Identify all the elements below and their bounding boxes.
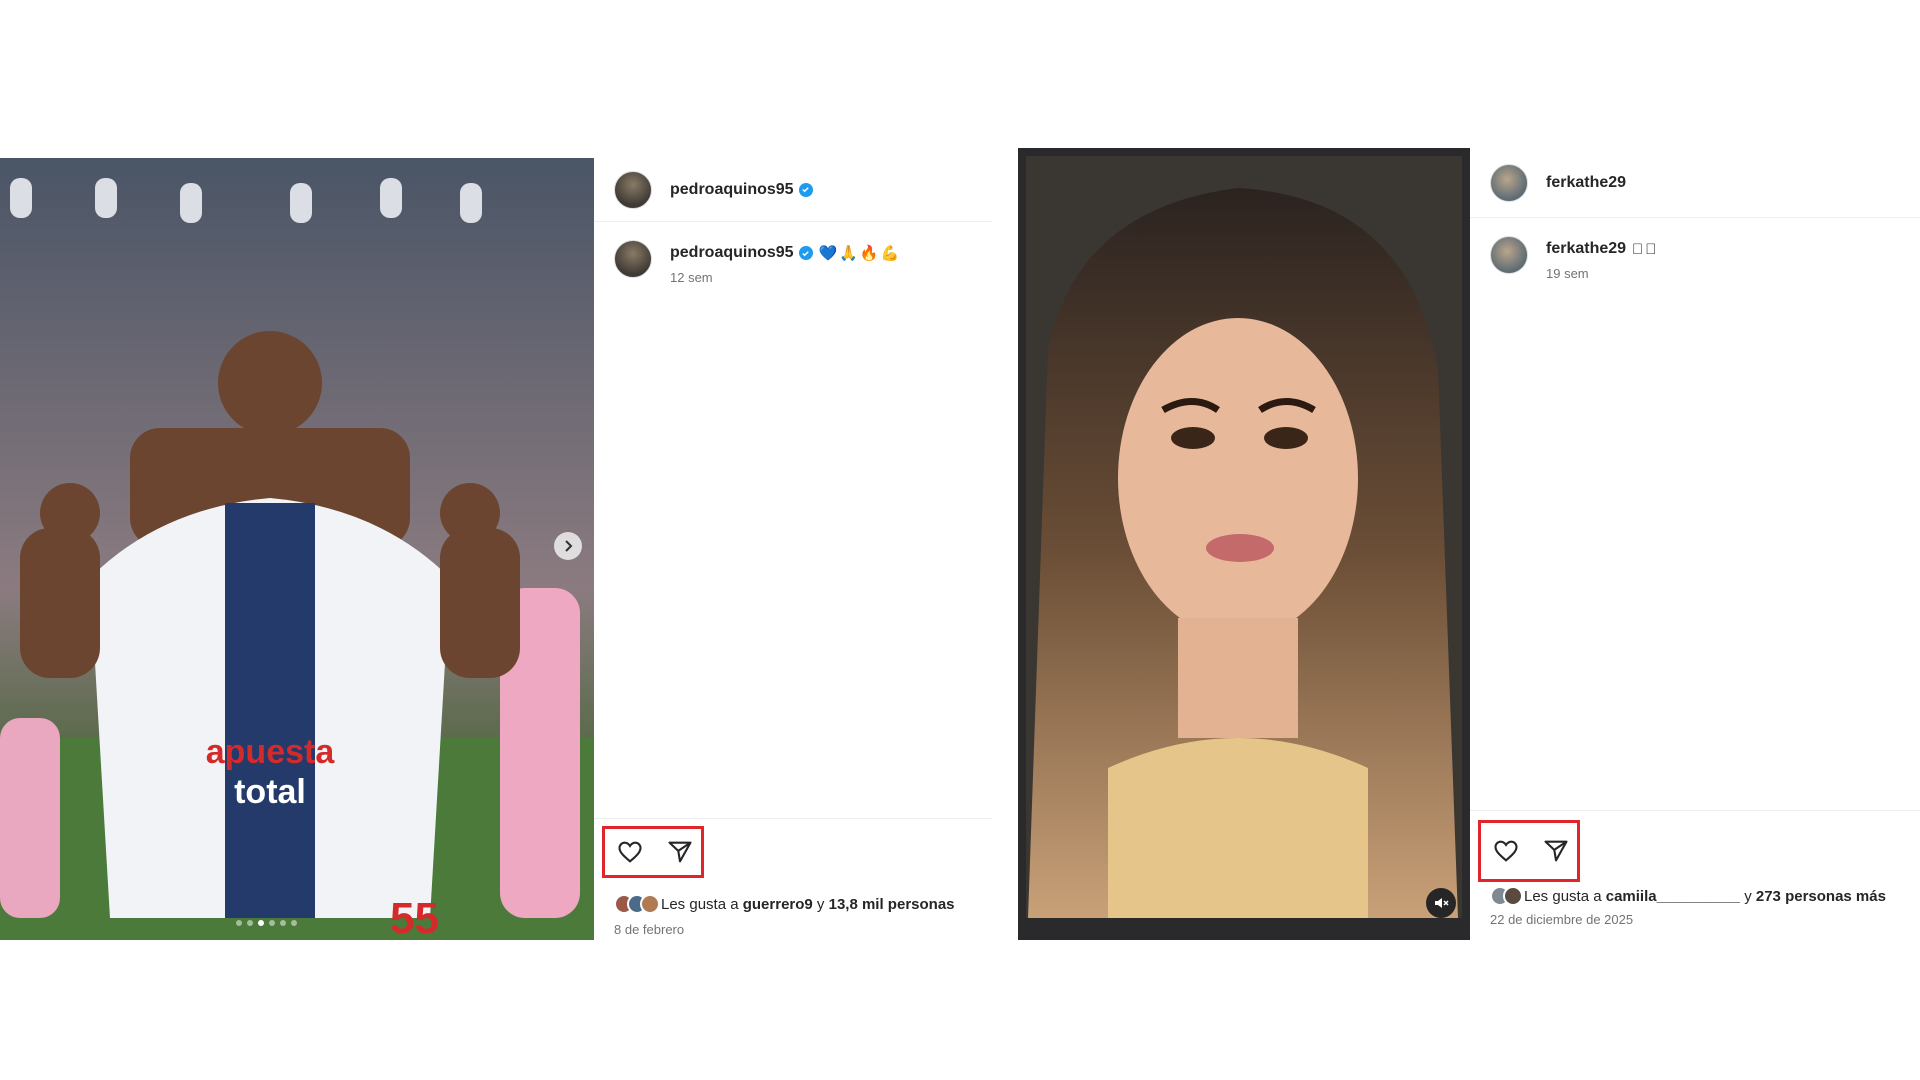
like-button[interactable] — [615, 837, 645, 867]
heart-icon — [1494, 840, 1518, 862]
likes-count-link[interactable]: 273 personas más — [1756, 888, 1886, 905]
avatar[interactable] — [1490, 236, 1528, 274]
post-caption: ferkathe29 􀀀􀀀 19 sem — [1490, 236, 1659, 281]
next-slide-button[interactable] — [554, 532, 582, 560]
chevron-right-icon — [565, 540, 573, 552]
heart-icon — [618, 841, 642, 863]
avatar[interactable] — [1490, 163, 1528, 202]
mute-button[interactable] — [1426, 888, 1456, 918]
verified-badge-icon — [798, 246, 813, 260]
like-button[interactable] — [1491, 836, 1521, 866]
divider — [1470, 810, 1920, 811]
avatar[interactable] — [614, 240, 652, 278]
divider — [594, 818, 992, 819]
post-time-ago[interactable]: 12 sem — [670, 270, 901, 285]
post-header: ferkathe29 — [1470, 148, 1920, 218]
action-bar-highlighted — [602, 826, 704, 878]
likes-summary[interactable]: Les gusta a guerrero9 y 13,8 mil persona… — [614, 894, 955, 914]
post-media[interactable] — [1018, 148, 1470, 940]
share-button[interactable] — [1541, 836, 1571, 866]
likes-connector: y — [812, 895, 829, 913]
avatar — [640, 894, 660, 914]
action-bar-highlighted — [1478, 820, 1580, 882]
likes-count-link[interactable]: 13,8 mil personas — [829, 896, 955, 913]
post-header: pedroaquinos95 — [594, 158, 992, 222]
share-icon — [668, 841, 692, 863]
post-photo: apuesta total 55 — [0, 158, 594, 940]
carousel-dot — [236, 920, 242, 926]
post-date[interactable]: 8 de febrero — [614, 922, 684, 937]
carousel-dots — [236, 920, 297, 926]
share-button[interactable] — [665, 837, 695, 867]
liker-avatars — [1490, 886, 1523, 906]
caption-text: 💙🙏🔥💪 — [818, 245, 902, 262]
post-sidebar: pedroaquinos95 pedroaquinos95 💙🙏🔥💪 12 se… — [594, 158, 992, 940]
share-icon — [1544, 840, 1568, 862]
carousel-dot — [280, 920, 286, 926]
carousel-dot — [269, 920, 275, 926]
liker-username-link[interactable]: camiila__________ — [1606, 888, 1740, 905]
avatar — [1503, 886, 1523, 906]
liker-username-link[interactable]: guerrero9 — [743, 896, 813, 913]
post-pedroaquinos95: apuesta total 55 pedroaquinos95 pedroaqu… — [0, 158, 992, 940]
carousel-dot-active — [258, 920, 264, 926]
post-sidebar: ferkathe29 ferkathe29 􀀀􀀀 19 sem — [1470, 148, 1920, 940]
caption-username-link[interactable]: ferkathe29 — [1546, 240, 1626, 258]
post-media[interactable]: apuesta total 55 — [0, 158, 594, 940]
likes-prefix: Les gusta a — [661, 895, 743, 913]
caption-text: 􀀀􀀀 — [1632, 240, 1659, 258]
avatar[interactable] — [614, 170, 652, 209]
carousel-dot — [247, 920, 253, 926]
verified-badge-icon — [798, 182, 813, 197]
caption-username-link[interactable]: pedroaquinos95 — [670, 244, 794, 262]
post-video-frame — [1018, 148, 1470, 940]
post-date[interactable]: 22 de diciembre de 2025 — [1490, 912, 1633, 927]
svg-text:55: 55 — [390, 894, 439, 940]
username-link[interactable]: ferkathe29 — [1546, 174, 1626, 192]
svg-text:total: total — [234, 773, 306, 811]
post-caption: pedroaquinos95 💙🙏🔥💪 12 sem — [614, 240, 901, 285]
username-link[interactable]: pedroaquinos95 — [670, 181, 794, 199]
post-ferkathe29: ferkathe29 ferkathe29 􀀀􀀀 19 sem — [1018, 148, 1920, 940]
likes-prefix: Les gusta a — [1524, 887, 1606, 905]
likes-summary[interactable]: Les gusta a camiila__________ y 273 pers… — [1490, 886, 1886, 906]
carousel-dot — [291, 920, 297, 926]
post-time-ago[interactable]: 19 sem — [1546, 266, 1659, 281]
liker-avatars — [614, 894, 660, 914]
mute-icon — [1435, 898, 1449, 908]
svg-text:apuesta: apuesta — [206, 733, 336, 771]
likes-connector: y — [1740, 887, 1756, 905]
